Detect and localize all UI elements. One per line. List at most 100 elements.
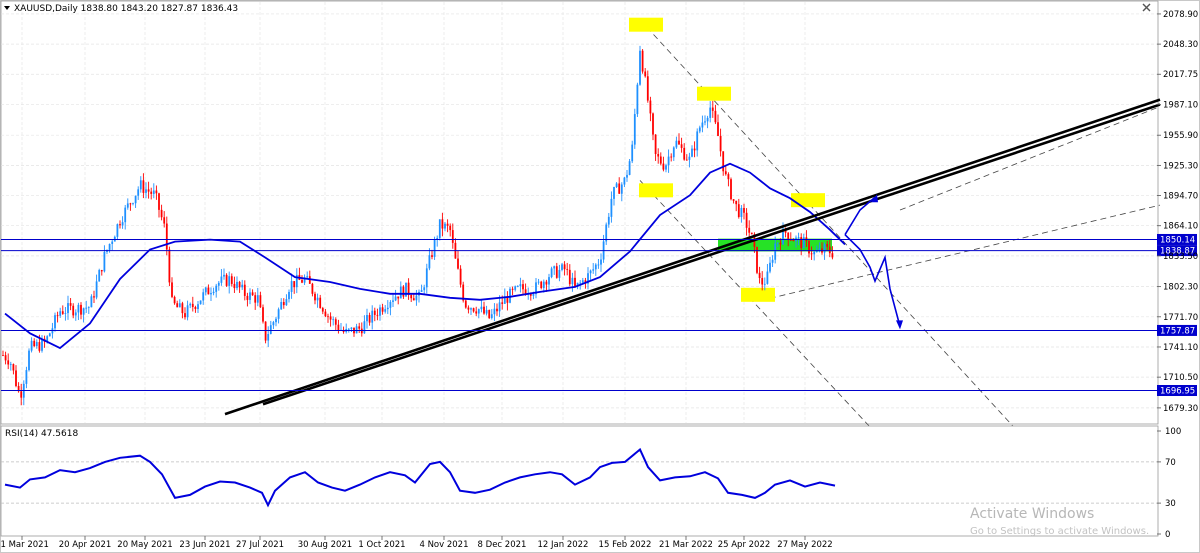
level-tag-label: 1850.14 — [1160, 235, 1195, 245]
candle-body — [9, 364, 12, 365]
candle-body — [282, 301, 285, 306]
candle-body — [802, 237, 805, 249]
candle-body — [763, 283, 766, 285]
x-tick-label: 20 May 2021 — [117, 540, 172, 550]
candle-body — [472, 308, 475, 312]
candle-body — [210, 293, 212, 295]
candle-body — [815, 251, 818, 253]
candle-body — [129, 203, 132, 205]
candle-body — [787, 232, 790, 240]
candle-body — [324, 311, 327, 317]
candle-body — [67, 303, 69, 314]
x-tick-label: 20 Apr 2021 — [59, 540, 112, 550]
candle-body — [316, 297, 319, 301]
candle-body — [173, 296, 176, 304]
candle-body — [93, 296, 95, 298]
candle-body — [813, 251, 816, 255]
x-tick-label: 27 May 2022 — [777, 540, 832, 550]
candle-body — [269, 325, 272, 335]
candle-body — [592, 269, 595, 271]
candle-body — [701, 122, 704, 128]
candle-body — [727, 174, 730, 180]
candle-body — [769, 262, 771, 272]
price-panel[interactable]: 1850.141838.871757.871696.95 2078.902048… — [0, 0, 1198, 435]
candle-body — [467, 307, 470, 310]
y-tick-label: 1710.50 — [1163, 373, 1198, 383]
candle-body — [147, 189, 150, 192]
candle-body — [665, 165, 667, 170]
candle-body — [779, 242, 782, 245]
candle-body — [160, 209, 163, 218]
candle-body — [319, 297, 322, 309]
candle-body — [207, 287, 210, 295]
candle-body — [732, 199, 735, 201]
candle-body — [119, 224, 121, 226]
candle-body — [165, 223, 168, 250]
candle-body — [217, 282, 220, 286]
candle-body — [329, 316, 332, 320]
y-tick-label: 1955.90 — [1163, 131, 1198, 141]
candle-body — [740, 207, 743, 217]
candle-body — [228, 276, 231, 286]
candle-body — [262, 307, 264, 322]
candle-body — [571, 277, 574, 285]
candle-body — [204, 287, 207, 293]
candle-body — [797, 237, 800, 238]
candle-body — [220, 276, 223, 283]
candle-body — [412, 298, 415, 301]
highlight-box — [791, 193, 825, 208]
candle-body — [392, 300, 394, 302]
rsi-panel[interactable]: 100 70 30 0 RSI(14) 47.5618 — [0, 425, 1181, 540]
candle-body — [394, 296, 397, 301]
candle-body — [314, 293, 316, 301]
candle-body — [121, 222, 124, 226]
candle-body — [80, 304, 82, 315]
rsi-tick-label: 70 — [1165, 458, 1176, 468]
chart-window[interactable]: 1850.141838.871757.871696.95 2078.902048… — [0, 0, 1200, 553]
candle-body — [95, 281, 98, 298]
candle-body — [581, 280, 584, 283]
candle-body — [490, 314, 493, 319]
candle-body — [225, 274, 228, 286]
candle-body — [545, 281, 548, 285]
candle-body — [483, 306, 485, 314]
candle-body — [379, 307, 381, 316]
candle-body — [766, 271, 769, 284]
candle-body — [485, 310, 488, 314]
candle-body — [103, 251, 106, 272]
candle-body — [550, 268, 553, 278]
candle-body — [376, 314, 379, 316]
candle-body — [563, 264, 566, 270]
candle-body — [574, 277, 576, 287]
candle-body — [116, 224, 119, 237]
candle-body — [792, 239, 795, 242]
candle-body — [223, 274, 225, 277]
candle-body — [264, 321, 267, 341]
candle-body — [272, 322, 275, 326]
candle-body — [381, 307, 384, 312]
watermark-line1: Activate Windows — [970, 506, 1094, 522]
candle-body — [184, 313, 186, 318]
x-tick-label: 25 Apr 2022 — [718, 540, 771, 550]
watermark-line2: Go to Settings to activate Windows. — [970, 526, 1149, 537]
candle-body — [693, 148, 696, 151]
candle-body — [758, 272, 761, 279]
candle-body — [745, 212, 748, 228]
candle-body — [25, 370, 28, 384]
y-tick-label: 2048.30 — [1163, 40, 1198, 50]
x-tick-label: 12 Jan 2022 — [538, 540, 589, 550]
candle-body — [667, 156, 670, 166]
candle-body — [399, 286, 402, 299]
candle-body — [514, 286, 517, 290]
candle-body — [12, 364, 15, 371]
candle-body — [509, 288, 511, 303]
candle-body — [431, 255, 433, 257]
candle-body — [670, 156, 673, 158]
y-tick-label: 1679.30 — [1163, 404, 1198, 414]
candle-body — [566, 269, 569, 270]
candle-body — [449, 225, 452, 231]
candle-body — [626, 174, 628, 178]
highlight-box — [639, 183, 673, 198]
candle-body — [420, 290, 423, 292]
candle-body — [397, 296, 400, 299]
